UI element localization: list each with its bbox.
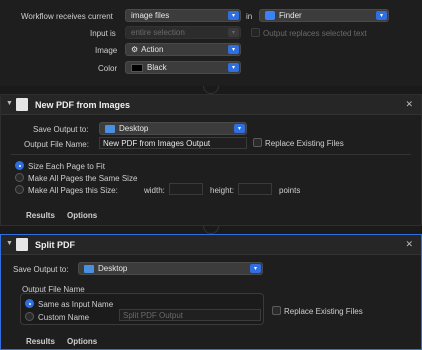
workflow-header: Workflow receives current image files ▾ … [0,0,422,86]
save-output-value: Desktop [119,124,149,133]
color-popup[interactable]: Black ▾ [125,61,241,74]
popup-arrows-icon: ▾ [228,63,239,72]
save-output-label: Save Output to: [33,125,89,134]
color-swatch-icon [131,63,143,72]
new-pdf-from-images-action: ▼ New PDF from Images ✕ Save Output to: … [0,94,422,226]
disclosure-triangle-icon[interactable]: ▼ [6,240,13,247]
height-field[interactable] [238,183,272,195]
output-file-name-field[interactable]: New PDF from Images Output [99,137,247,149]
popup-arrows-icon: ▾ [250,264,261,273]
action-title: New PDF from Images [35,100,131,110]
same-as-input-radio[interactable] [25,299,34,308]
save-output-label: Save Output to: [13,265,69,274]
application-popup[interactable]: Finder ▾ [259,9,389,22]
action-title: Split PDF [35,240,75,250]
popup-arrows-icon: ▾ [234,124,245,133]
replace-existing-checkbox[interactable] [272,306,281,315]
output-file-name-label: Output File Name: [24,140,89,149]
save-output-value: Desktop [98,264,128,273]
width-field[interactable] [169,183,203,195]
this-size-label: Make All Pages this Size: [28,186,118,195]
image-value: Action [141,45,164,54]
tab-results[interactable]: Results [26,337,55,346]
popup-arrows-icon: ▾ [376,11,387,20]
same-size-label: Make All Pages the Same Size [28,174,138,183]
tab-options[interactable]: Options [67,337,97,346]
action-header: ▼ Split PDF ✕ [1,235,421,255]
output-file-name-group: Same as Input Name Custom Name Split PDF… [20,293,264,325]
image-label: Image [95,46,118,55]
input-is-label: Input is [90,29,116,38]
color-value: Black [147,63,167,72]
replace-existing-label: Replace Existing Files [284,307,363,316]
popup-arrows-icon: ▾ [228,28,239,37]
custom-name-radio[interactable] [25,312,34,321]
input-is-value: entire selection [131,28,185,37]
split-pdf-action: ▼ Split PDF ✕ Save Output to: Desktop ▾ … [0,234,422,350]
same-as-input-label: Same as Input Name [38,300,114,309]
disclosure-triangle-icon[interactable]: ▼ [6,100,13,107]
close-icon[interactable]: ✕ [405,239,413,250]
custom-name-placeholder: Split PDF Output [123,310,184,320]
workflow-input-type-popup[interactable]: image files ▾ [125,9,241,22]
same-size-radio[interactable] [15,173,24,182]
height-label: height: [210,186,235,195]
output-file-name-value: New PDF from Images Output [103,138,211,148]
output-replaces-checkbox[interactable] [251,28,260,37]
popup-arrows-icon: ▾ [228,11,239,20]
workflow-receives-label: Workflow receives current [21,12,113,21]
output-replaces-label: Output replaces selected text [263,29,367,38]
pdf-action-icon [16,238,28,251]
action-header: ▼ New PDF from Images ✕ [1,95,421,115]
pdf-action-icon [16,98,28,111]
save-output-popup[interactable]: Desktop ▾ [99,122,247,135]
application-value: Finder [279,11,302,20]
folder-icon [84,264,94,273]
size-each-page-label: Size Each Page to Fit [28,162,105,171]
action-connector [203,86,219,94]
close-icon[interactable]: ✕ [405,99,413,110]
folder-icon [105,124,115,133]
width-label: width: [144,186,165,195]
size-each-page-radio[interactable] [15,161,24,170]
tab-results[interactable]: Results [26,211,55,220]
action-connector [203,226,219,234]
input-is-popup[interactable]: entire selection ▾ [125,26,241,39]
divider [11,154,411,155]
save-output-popup[interactable]: Desktop ▾ [78,262,263,275]
points-label: points [279,186,301,195]
color-label: Color [98,64,118,73]
tab-options[interactable]: Options [67,211,97,220]
finder-icon [265,11,275,20]
this-size-radio[interactable] [15,185,24,194]
replace-existing-label: Replace Existing Files [265,139,344,148]
popup-arrows-icon: ▾ [228,45,239,54]
in-label: in [246,12,253,21]
image-popup[interactable]: ⚙ Action ▾ [125,43,241,56]
custom-name-field[interactable]: Split PDF Output [119,309,261,321]
custom-name-label: Custom Name [38,313,90,322]
replace-existing-checkbox[interactable] [253,138,262,147]
workflow-input-type-value: image files [131,11,170,20]
gear-icon: ⚙ [131,45,139,54]
